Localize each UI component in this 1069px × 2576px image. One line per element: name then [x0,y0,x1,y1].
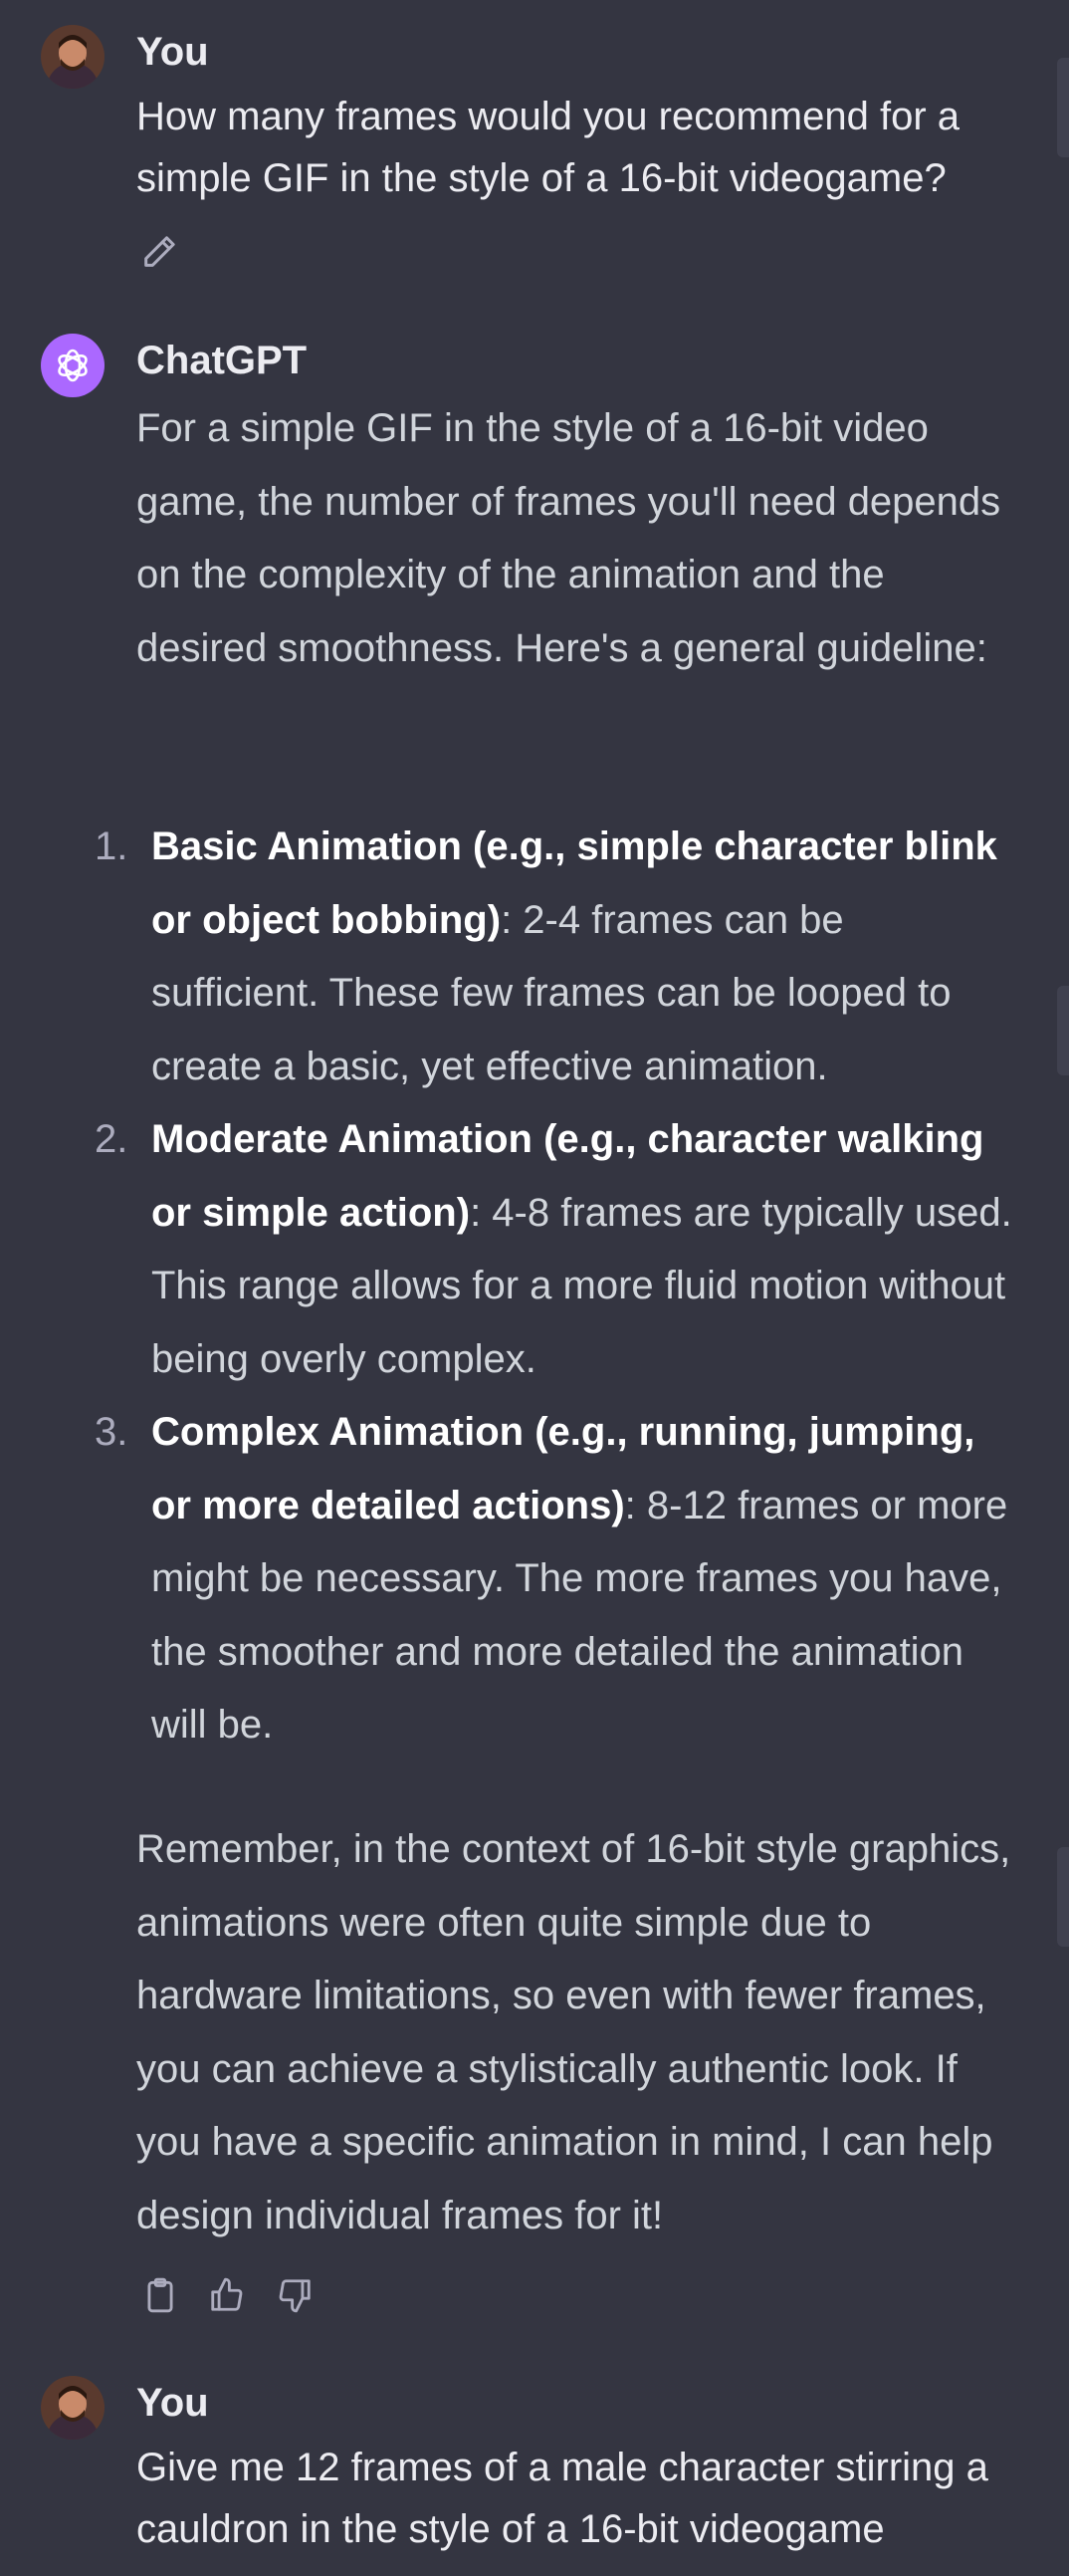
thumbs-down-icon [279,2279,311,2313]
scrollbar-marker[interactable] [1057,1847,1069,1947]
user-avatar [41,25,105,89]
list-item: 3. Complex Animation (e.g., running, jum… [95,1396,1022,1762]
user-avatar [41,2376,105,2440]
thumbs-down-button[interactable] [271,2271,319,2319]
thumbs-up-button[interactable] [203,2271,251,2319]
scrollbar-marker[interactable] [1057,58,1069,157]
response-outro: Remember, in the context of 16-bit style… [136,1827,1011,2237]
scrollbar-marker[interactable] [1057,986,1069,1075]
response-intro: For a simple GIF in the style of a 16-bi… [136,406,1001,670]
list-item: 2. Moderate Animation (e.g., character w… [95,1103,1022,1396]
response-list: 1. Basic Animation (e.g., simple charact… [95,811,1022,1762]
user-message-text: Give me 12 frames of a male character st… [136,2446,988,2551]
openai-logo-icon [58,349,88,382]
clipboard-icon [147,2277,173,2313]
list-item-number: 1. [95,824,128,868]
message-author: You [136,2381,209,2425]
thumbs-up-icon [211,2277,243,2311]
list-item-number: 2. [95,1117,128,1161]
user-message-text: How many frames would you recommend for … [136,95,960,200]
chatgpt-avatar [41,334,105,397]
edit-message-button[interactable] [135,228,183,276]
message-author: ChatGPT [136,339,308,382]
message-author: You [136,30,209,74]
list-item-number: 3. [95,1410,128,1454]
pencil-icon [144,236,175,267]
copy-button[interactable] [136,2271,184,2319]
list-item: 1. Basic Animation (e.g., simple charact… [95,811,1022,1103]
